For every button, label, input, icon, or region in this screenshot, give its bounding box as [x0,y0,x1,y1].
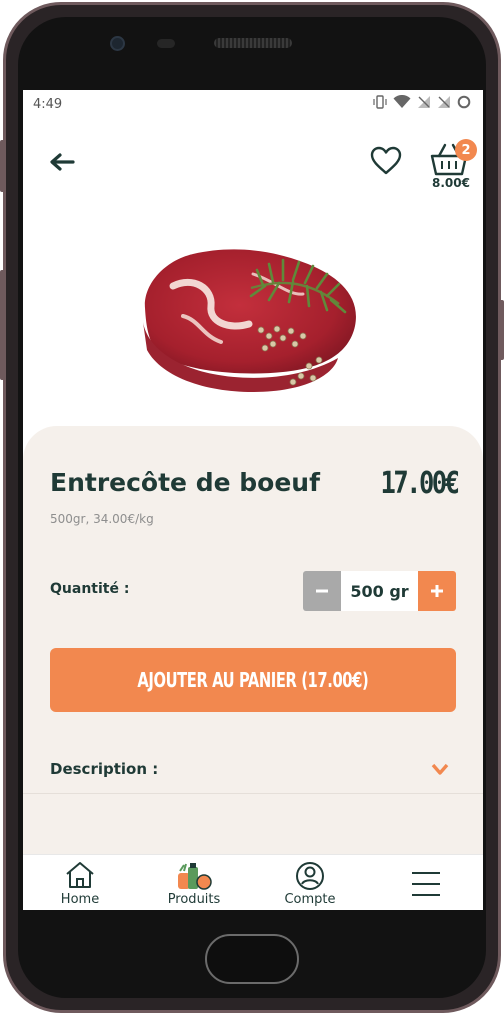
side-button-left [0,270,5,380]
app-screen: 4:49 2 8.00€ Entrecôte de boeuf 17.00€ 5… [23,90,483,910]
vibrate-icon [373,95,387,113]
product-image [133,226,373,396]
product-name: Entrecôte de boeuf [50,468,320,497]
description-toggle[interactable]: Description : [23,738,483,794]
status-time: 4:49 [33,96,63,112]
nav-products[interactable]: Produits [149,859,239,909]
power-button [499,300,504,360]
wifi-icon [393,94,411,113]
product-details-panel: Entrecôte de boeuf 17.00€ 500gr, 34.00€/… [23,426,483,856]
product-price: 17.00€ [380,466,459,501]
increase-quantity-button[interactable] [418,571,456,611]
earpiece-speaker [214,38,292,48]
home-key[interactable] [205,934,299,984]
quantity-stepper: 500 gr [303,571,456,611]
back-button[interactable] [47,150,77,174]
add-to-cart-button[interactable]: AJOUTER AU PANIER (17.00€) [50,648,456,712]
status-icons [373,94,471,113]
bottom-navigation: Home Produits Compte [23,854,483,910]
description-label: Description : [50,760,159,778]
products-icon [178,863,212,890]
arrow-left-icon [50,153,75,171]
quantity-value: 500 gr [341,571,418,611]
signal-off-icon-2 [437,95,451,113]
status-bar: 4:49 [23,90,483,118]
decrease-quantity-button[interactable] [303,571,341,611]
quantity-label: Quantité : [50,581,130,597]
nav-menu[interactable] [381,859,471,909]
favorite-button[interactable] [369,144,403,178]
top-bar: 2 8.00€ [23,130,483,200]
plus-icon [431,585,443,597]
account-icon [296,862,324,890]
battery-circle-icon [457,95,471,113]
menu-icon [412,872,440,896]
nav-home[interactable]: Home [35,859,125,909]
add-to-cart-label: AJOUTER AU PANIER (17.00€) [137,668,369,692]
nav-account[interactable]: Compte [265,859,355,909]
cart-count-badge: 2 [455,139,477,161]
nav-home-label: Home [60,892,100,907]
chevron-down-icon [431,763,449,775]
nav-account-label: Compte [284,892,336,907]
nav-products-label: Produits [167,892,221,907]
minus-icon [316,589,328,593]
product-weight-unit-price: 500gr, 34.00€/kg [50,512,154,526]
proximity-sensor [157,39,175,48]
cart-total: 8.00€ [432,176,470,190]
cart-button[interactable]: 2 8.00€ [423,136,479,196]
heart-icon [370,146,402,175]
home-icon [66,862,94,888]
volume-button [0,140,5,192]
front-camera [110,36,125,51]
signal-off-icon [417,95,431,113]
